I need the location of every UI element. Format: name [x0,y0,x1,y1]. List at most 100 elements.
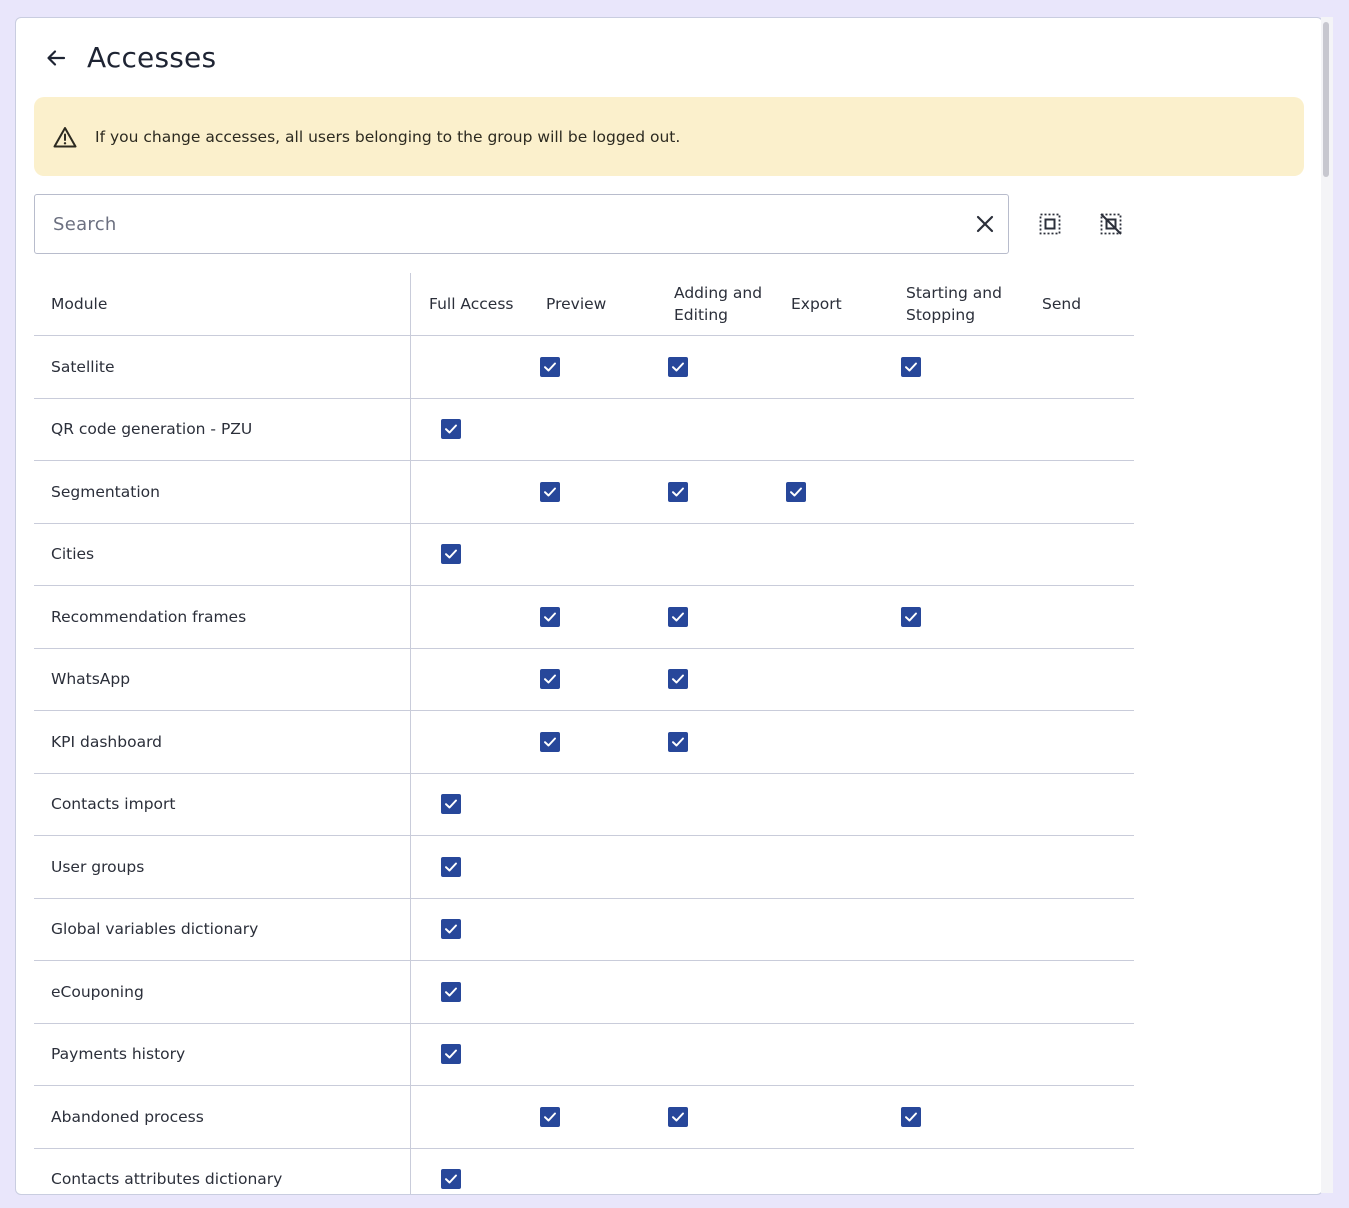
cell-adding-editing [656,586,773,648]
checkbox-checked-icon [672,737,684,747]
module-name: Cities [34,523,411,585]
cell-full-access [411,899,528,961]
checkbox-checked-icon [445,549,457,559]
cell-adding-editing [656,711,773,773]
module-name: QR code generation - PZU [34,398,411,460]
checkbox-preview[interactable] [540,481,560,502]
module-name: eCouponing [34,961,411,1023]
deselect-all-icon [1100,213,1122,235]
search-input[interactable] [51,212,955,236]
checkbox-checked-icon [672,674,684,684]
checkbox-preview[interactable] [540,731,560,752]
checkbox-adding-editing[interactable] [668,1106,688,1127]
cell-export [773,774,888,836]
checkbox-full-access[interactable] [441,1044,461,1065]
checkbox-adding-editing[interactable] [668,481,688,502]
cell-full-access [411,711,528,773]
checkbox-export[interactable] [786,481,806,502]
checkbox-full-access[interactable] [441,856,461,877]
column-header-starting-stopping: Starting and Stopping [906,284,1002,324]
checkbox-preview[interactable] [540,1106,560,1127]
cell-starting-stopping [888,961,1024,1023]
cell-adding-editing [656,524,773,586]
checkbox-full-access[interactable] [441,419,461,440]
module-name: KPI dashboard [34,711,411,773]
checkbox-full-access[interactable] [441,544,461,565]
checkbox-full-access[interactable] [441,981,461,1002]
module-name: Contacts attributes dictionary [34,1148,411,1194]
table-row: KPI dashboard [34,711,1134,774]
table-row: Recommendation frames [34,586,1134,649]
checkbox-preview[interactable] [540,356,560,377]
cell-send [1024,711,1134,773]
module-name: WhatsApp [34,648,411,710]
close-icon [976,215,994,233]
checkbox-starting-stopping[interactable] [901,606,921,627]
table-row: Global variables dictionary [34,898,1134,961]
checkbox-adding-editing[interactable] [668,356,688,377]
checkbox-full-access[interactable] [441,1169,461,1190]
cell-full-access [411,836,528,898]
checkbox-checked-icon [544,487,556,497]
cell-send [1024,586,1134,648]
cell-starting-stopping [888,461,1024,523]
module-name: Payments history [34,1023,411,1085]
cell-full-access [411,461,528,523]
cell-starting-stopping [888,711,1024,773]
checkbox-starting-stopping[interactable] [901,1106,921,1127]
cell-adding-editing [656,399,773,461]
cell-preview [528,461,656,523]
search-field [34,194,1009,254]
scrollbar-thumb[interactable] [1323,22,1329,177]
checkbox-checked-icon [544,737,556,747]
cell-send [1024,774,1134,836]
back-button[interactable] [42,44,70,72]
vertical-scrollbar[interactable] [1321,17,1333,1193]
table-row: Segmentation [34,461,1134,524]
cell-starting-stopping [888,524,1024,586]
checkbox-adding-editing[interactable] [668,731,688,752]
select-all-button[interactable] [1037,211,1063,237]
checkbox-adding-editing[interactable] [668,606,688,627]
table-row: Cities [34,523,1134,586]
checkbox-checked-icon [445,799,457,809]
column-header-module: Module [34,273,411,335]
cell-preview [528,961,656,1023]
cell-send [1024,336,1134,398]
cell-adding-editing [656,461,773,523]
checkbox-preview[interactable] [540,606,560,627]
module-name: Abandoned process [34,1086,411,1148]
cell-export [773,1086,888,1148]
cell-starting-stopping [888,836,1024,898]
checkbox-starting-stopping[interactable] [901,356,921,377]
checkbox-checked-icon [544,1112,556,1122]
checkbox-preview[interactable] [540,669,560,690]
checkbox-checked-icon [544,362,556,372]
cell-preview [528,836,656,898]
cell-export [773,336,888,398]
cell-full-access [411,399,528,461]
checkbox-checked-icon [905,362,917,372]
deselect-all-button[interactable] [1098,211,1124,237]
clear-search-button[interactable] [974,213,996,235]
cell-adding-editing [656,961,773,1023]
cell-adding-editing [656,1086,773,1148]
cell-export [773,899,888,961]
column-header-export: Export [791,295,842,313]
table-row: Payments history [34,1023,1134,1086]
module-name: User groups [34,836,411,898]
cell-preview [528,399,656,461]
cell-preview [528,586,656,648]
checkbox-full-access[interactable] [441,919,461,940]
module-name: Satellite [34,336,411,398]
table-row: Abandoned process [34,1086,1134,1149]
page-title: Accesses [87,41,217,74]
table-body: Satellite QR code generation - PZU Segment… [34,336,1134,1195]
checkbox-full-access[interactable] [441,794,461,815]
cell-preview [528,524,656,586]
table-row: WhatsApp [34,648,1134,711]
cell-starting-stopping [888,1149,1024,1195]
checkbox-adding-editing[interactable] [668,669,688,690]
module-name: Segmentation [34,461,411,523]
cell-export [773,399,888,461]
